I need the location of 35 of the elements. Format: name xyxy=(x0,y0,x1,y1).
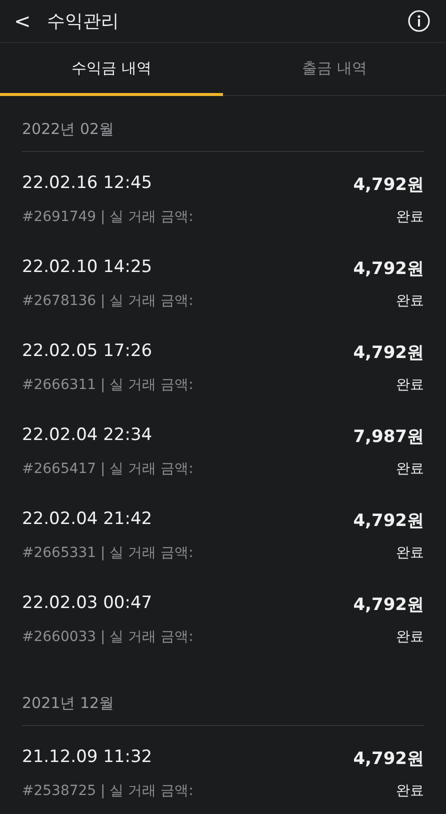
transaction-status: 완료 xyxy=(395,544,424,562)
transaction-status: 완료 xyxy=(395,292,424,310)
transaction-detail: #2666311 | 실 거래 금액: xyxy=(22,376,194,394)
transaction-detail: #2678136 | 실 거래 금액: xyxy=(22,292,194,310)
transaction-status: 완료 xyxy=(395,208,424,226)
transaction-detail: #2691749 | 실 거래 금액: xyxy=(22,208,194,226)
transaction-status: 완료 xyxy=(395,460,424,478)
transaction-datetime: 22.02.05 17:26 xyxy=(22,341,154,363)
month-header: 2021년 12월 xyxy=(22,670,424,726)
transaction-amount: 7,987원 xyxy=(353,426,424,448)
transaction-amount: 4,792원 xyxy=(353,748,424,770)
back-button[interactable]: < xyxy=(14,9,31,33)
transaction-amount: 4,792원 xyxy=(353,174,424,196)
tab[interactable]: 출금 내역 xyxy=(223,43,446,96)
transaction-detail: #2665331 | 실 거래 금액: xyxy=(22,544,194,562)
transaction-amount: 4,792원 xyxy=(353,342,424,364)
transaction-datetime: 22.02.16 12:45 xyxy=(22,173,154,195)
transaction-status: 완료 xyxy=(395,782,424,800)
transaction-detail: #2538725 | 실 거래 금액: xyxy=(22,782,194,800)
transaction-detail: #2660033 | 실 거래 금액: xyxy=(22,628,194,646)
transaction-amount: 4,792원 xyxy=(353,510,424,532)
transaction-datetime: 22.02.04 22:34 xyxy=(22,425,154,447)
transaction-status: 완료 xyxy=(395,628,424,646)
info-icon[interactable] xyxy=(408,10,430,32)
transaction-datetime: 22.02.10 14:25 xyxy=(22,257,154,279)
transaction-amount: 4,792원 xyxy=(353,594,424,616)
page-title: 수익관리 xyxy=(46,10,120,33)
tab[interactable]: 수익금 내역 xyxy=(0,43,223,96)
transaction-detail: #2665417 | 실 거래 금액: xyxy=(22,460,194,478)
transaction-amount: 4,792원 xyxy=(353,258,424,280)
transaction-datetime: 22.02.04 21:42 xyxy=(22,509,154,531)
month-header: 2022년 02월 xyxy=(22,96,424,152)
transaction-status: 완료 xyxy=(395,376,424,394)
transaction-datetime: 21.12.09 11:32 xyxy=(22,747,154,769)
transaction-datetime: 22.02.03 00:47 xyxy=(22,593,154,615)
